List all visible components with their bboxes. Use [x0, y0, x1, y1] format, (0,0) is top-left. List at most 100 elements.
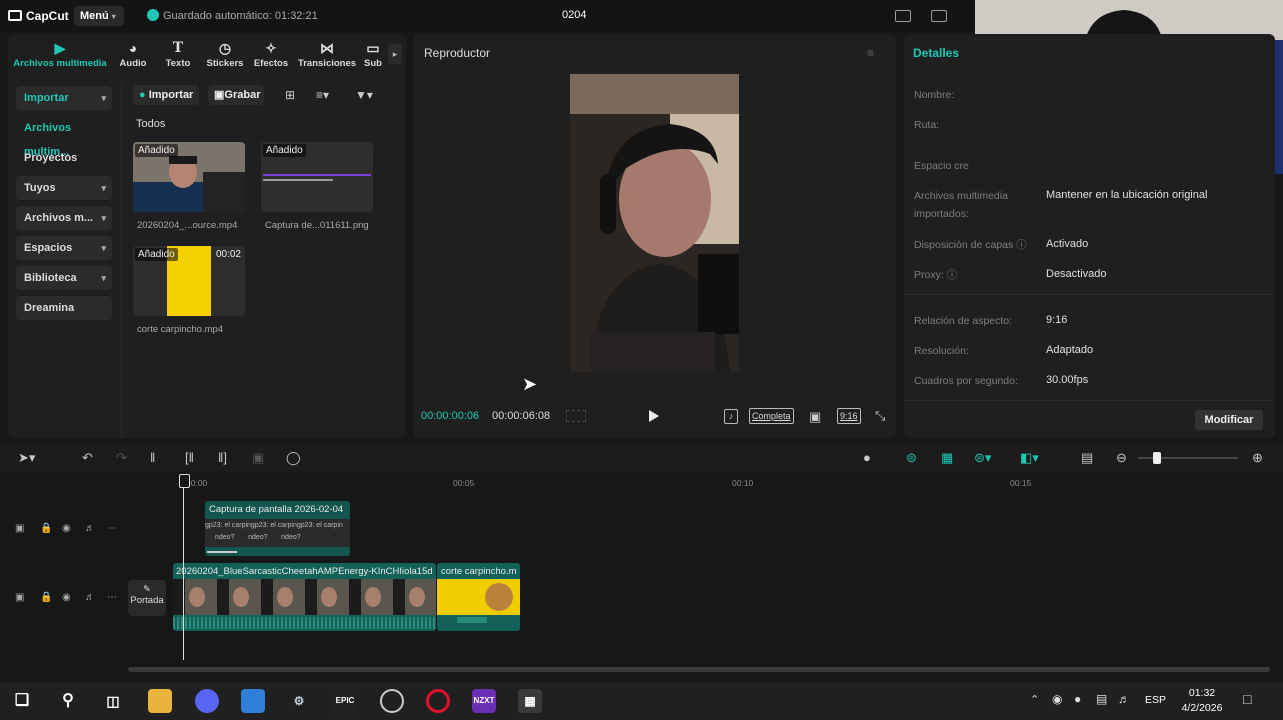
- volume-icon[interactable]: ♬: [1118, 692, 1130, 706]
- lock-icon[interactable]: 🔒: [40, 523, 52, 534]
- sidebar-item-media-files[interactable]: Archivos m...: [16, 206, 112, 230]
- zoom-slider-handle[interactable]: [1153, 452, 1161, 464]
- link-clips-icon[interactable]: ⊜: [906, 451, 917, 465]
- detail-value: 30.00fps: [1046, 374, 1089, 386]
- cover-button[interactable]: ✎ Portada: [128, 580, 166, 616]
- steam-icon[interactable]: ⚙: [287, 689, 311, 713]
- play-icon[interactable]: [649, 410, 659, 422]
- zoom-in-icon[interactable]: ⊕: [1252, 451, 1263, 465]
- epic-games-icon[interactable]: EPIC: [333, 689, 357, 713]
- tab-transitions[interactable]: ⋈ Transiciones: [297, 40, 357, 69]
- undo-icon[interactable]: ↶: [82, 451, 93, 465]
- preview-axis-icon[interactable]: ◧▾: [1020, 451, 1039, 465]
- focus-icon[interactable]: ▣: [809, 409, 821, 425]
- capcut-logo: CapCut: [8, 9, 69, 23]
- import-button[interactable]: ● Importar: [133, 85, 200, 105]
- sidebar-item-import[interactable]: Importar: [16, 86, 112, 110]
- layout-icon[interactable]: [895, 10, 911, 22]
- delete-icon[interactable]: ▣: [252, 451, 264, 465]
- sidebar-item-subprojects[interactable]: Proyectos secun...: [16, 146, 112, 188]
- detail-value: Adaptado: [1046, 344, 1094, 356]
- language-indicator[interactable]: ESP: [1145, 694, 1166, 706]
- microphone-tray-icon[interactable]: ●: [1074, 692, 1081, 706]
- clock[interactable]: 01:32 4/2/2026: [1175, 686, 1229, 716]
- tray-app-icon[interactable]: ◉: [1052, 692, 1062, 706]
- more-icon[interactable]: ⋯: [107, 592, 117, 603]
- discord-icon[interactable]: [195, 689, 219, 713]
- caption-icon[interactable]: ▤: [1081, 451, 1093, 465]
- modify-button[interactable]: Modificar: [1195, 410, 1263, 430]
- store-icon[interactable]: [241, 689, 265, 713]
- file-explorer-icon[interactable]: [148, 689, 172, 713]
- tiktok-icon[interactable]: ♪: [724, 409, 738, 424]
- nzxt-icon[interactable]: NZXT: [472, 689, 496, 713]
- media-thumb[interactable]: Añadido: [133, 142, 245, 212]
- speaker-icon[interactable]: ♬: [85, 523, 95, 534]
- trim-left-icon[interactable]: [‖: [185, 451, 194, 465]
- sidebar-item-spaces[interactable]: Espacios: [16, 236, 112, 260]
- tab-stickers[interactable]: ◷ Stickers: [205, 40, 245, 69]
- notification-icon[interactable]: □: [1243, 691, 1251, 707]
- linkage-icon[interactable]: ⊜▾: [974, 451, 991, 465]
- tab-label: Audio: [119, 58, 147, 69]
- lock-icon[interactable]: 🔒: [40, 592, 52, 603]
- fullscreen-icon[interactable]: ⤡: [875, 408, 885, 424]
- shortcuts-icon[interactable]: [931, 10, 947, 22]
- sidebar-item-library[interactable]: Biblioteca: [16, 266, 112, 290]
- opera-icon[interactable]: [426, 689, 450, 713]
- sort-icon[interactable]: ≡▾: [316, 88, 329, 102]
- menu-button[interactable]: Menú ▾: [74, 6, 124, 26]
- task-view-icon[interactable]: ◫: [101, 689, 125, 713]
- snap-icon[interactable]: ▦: [941, 451, 953, 465]
- mouse-cursor-icon: ➤: [522, 374, 538, 394]
- chevron-right-icon[interactable]: ▸: [388, 44, 402, 64]
- check-circle-icon: [147, 9, 159, 21]
- horizontal-scrollbar[interactable]: [128, 667, 1270, 672]
- track-toggle-icon[interactable]: ▣: [15, 592, 24, 603]
- tab-subtitles[interactable]: ▭ Sub: [362, 40, 384, 69]
- network-icon[interactable]: ▤: [1096, 692, 1107, 706]
- clip-main-video[interactable]: 20260204_BlueSarcasticCheetahAMPEnergy-K…: [173, 563, 436, 631]
- sidebar-item-media[interactable]: Archivos multim...: [16, 116, 112, 158]
- waveform-toggle-icon[interactable]: [566, 410, 586, 422]
- sidebar-item-yours[interactable]: Tuyos: [16, 176, 112, 200]
- grid-view-icon[interactable]: ⊞: [285, 88, 295, 102]
- detail-label: Proxy: ⓘ: [914, 269, 958, 281]
- shield-icon[interactable]: ◯: [286, 451, 301, 465]
- windows-start-icon[interactable]: ❏: [10, 689, 34, 713]
- more-icon[interactable]: ⋯: [107, 523, 117, 534]
- zoom-out-icon[interactable]: ⊖: [1116, 451, 1127, 465]
- capcut-taskbar-icon[interactable]: ▦: [518, 689, 542, 713]
- project-title[interactable]: 0204: [562, 9, 586, 21]
- video-preview[interactable]: [570, 74, 739, 372]
- tab-audio[interactable]: ◕ Audio: [114, 40, 152, 69]
- track-toggle-icon[interactable]: ▣: [15, 523, 24, 534]
- eye-icon[interactable]: ◉: [62, 523, 71, 534]
- filter-icon[interactable]: ▼▾: [355, 88, 373, 102]
- playhead[interactable]: [179, 474, 190, 660]
- search-icon[interactable]: ⚲: [56, 689, 80, 713]
- microphone-icon[interactable]: ●: [863, 451, 871, 465]
- select-tool-icon[interactable]: ➤▾: [18, 451, 35, 465]
- trim-right-icon[interactable]: ‖]: [218, 451, 227, 465]
- app-name: CapCut: [26, 9, 69, 23]
- sidebar-item-dreamina[interactable]: Dreamina: [16, 296, 112, 320]
- quality-button[interactable]: Completa: [749, 408, 794, 424]
- clip-screenshot[interactable]: Captura de pantalla 2026-02-04 gp23: el …: [205, 501, 350, 556]
- tab-effects[interactable]: ✧ Efectos: [252, 40, 290, 69]
- obs-icon[interactable]: [380, 689, 404, 713]
- media-thumb[interactable]: Añadido: [261, 142, 373, 212]
- detail-label: Resolución:: [914, 345, 969, 357]
- redo-icon[interactable]: ↷: [116, 451, 127, 465]
- tab-text[interactable]: T Texto: [160, 40, 196, 69]
- split-icon[interactable]: ‖: [150, 451, 155, 465]
- media-thumb[interactable]: Añadido 00:02: [133, 246, 245, 316]
- record-button[interactable]: ▣Grabar: [208, 85, 264, 105]
- chevron-up-icon[interactable]: ⌃: [1030, 693, 1039, 706]
- menu-icon[interactable]: ≡: [867, 46, 874, 60]
- clip-corte-carpincho[interactable]: corte carpincho.m: [437, 563, 520, 631]
- eye-icon[interactable]: ◉: [62, 592, 71, 603]
- speaker-icon[interactable]: ♬: [85, 592, 95, 603]
- tab-media[interactable]: ▶ Archivos multimedia: [12, 40, 108, 69]
- aspect-ratio-button[interactable]: 9:16: [837, 408, 861, 424]
